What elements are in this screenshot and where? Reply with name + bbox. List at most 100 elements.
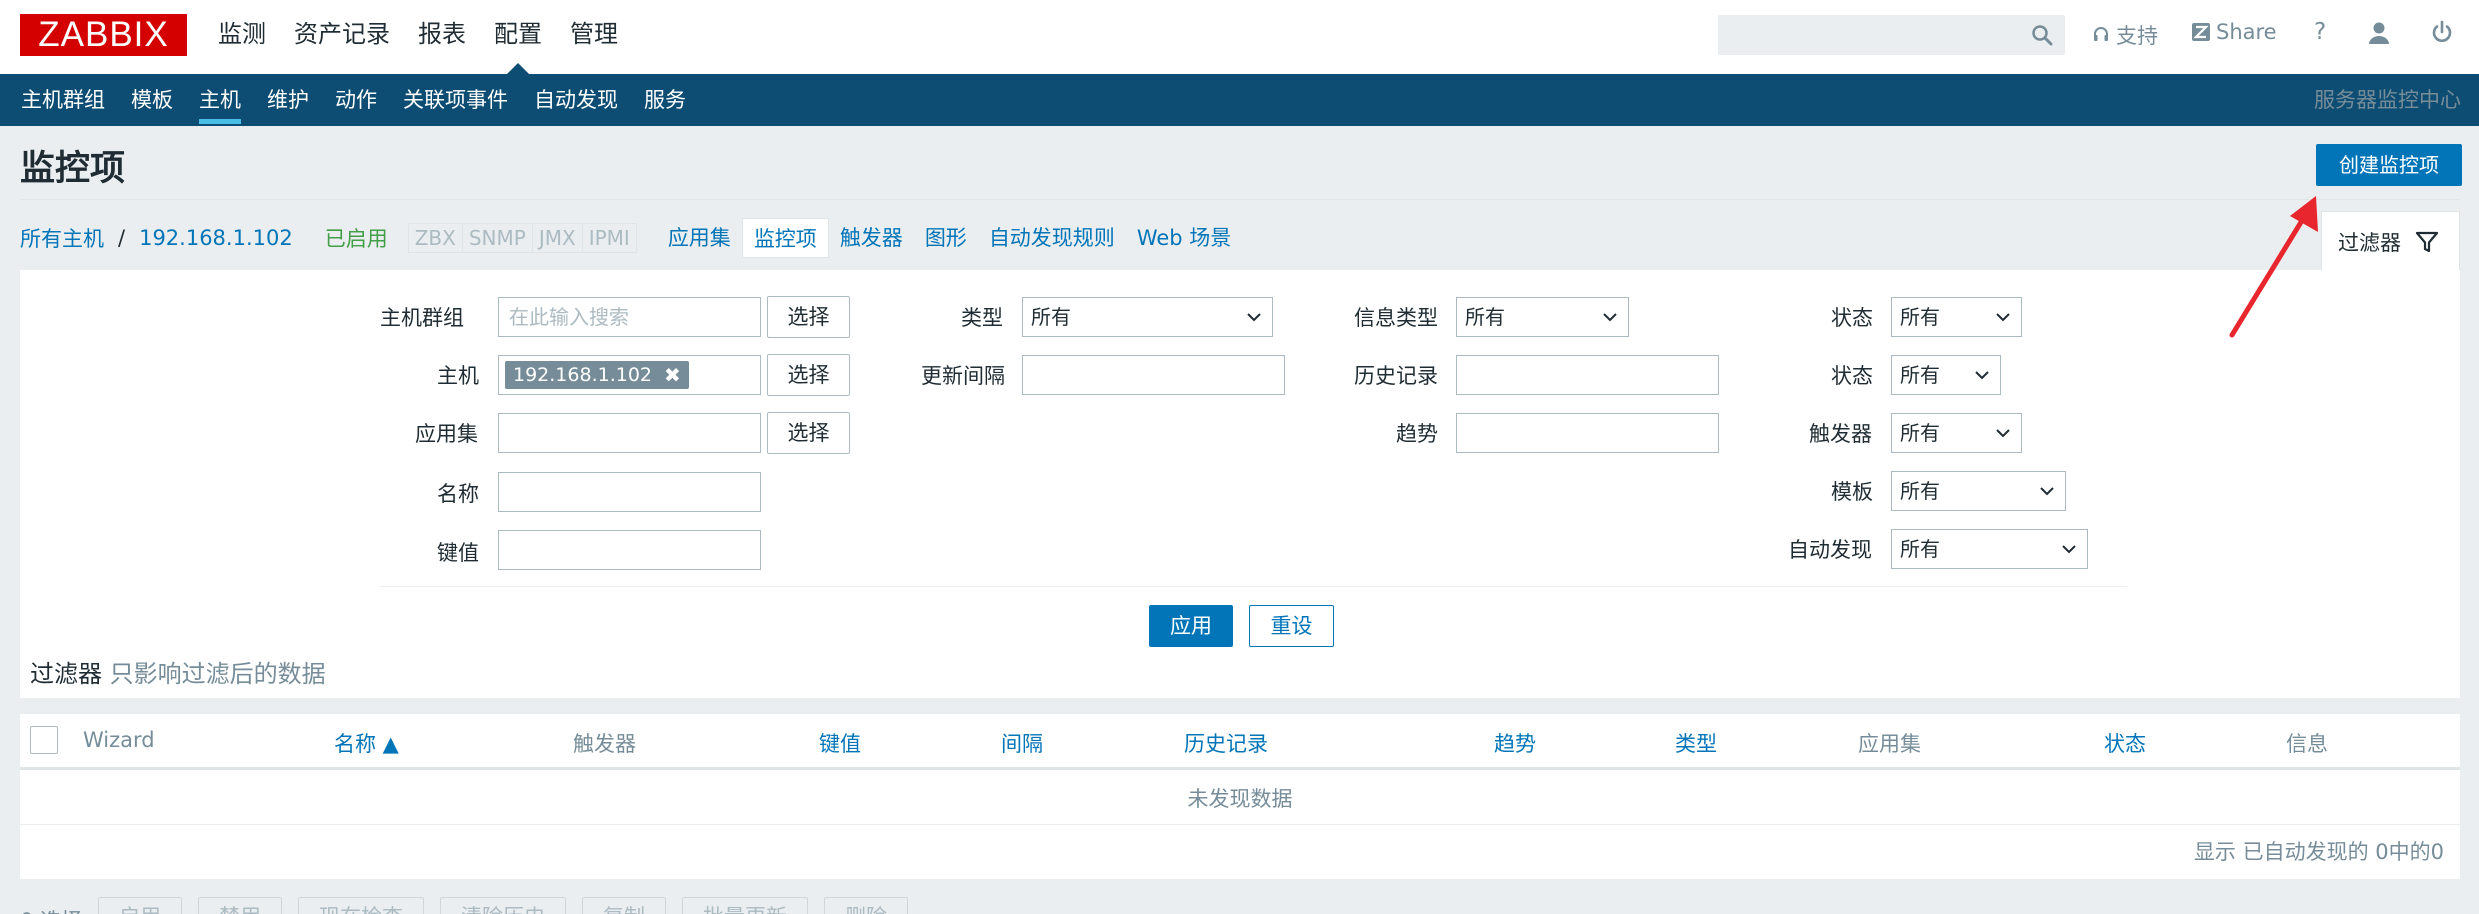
menu-item-reports[interactable]: 报表 bbox=[404, 0, 480, 74]
chevron-down-icon bbox=[1603, 313, 1617, 322]
column-wizard: Wizard bbox=[83, 728, 155, 752]
column-trends-sort[interactable]: 趋势 bbox=[1494, 728, 1536, 758]
chevron-down-icon bbox=[2062, 545, 2076, 554]
search-icon[interactable] bbox=[2031, 24, 2053, 46]
subnav-item-hosts[interactable]: 主机 bbox=[186, 74, 254, 126]
status-select-value: 所有 bbox=[1900, 363, 1940, 387]
host-label: 主机 bbox=[437, 364, 479, 388]
key-label: 键值 bbox=[437, 541, 479, 565]
user-profile-icon[interactable] bbox=[2368, 21, 2390, 45]
status-select[interactable]: 所有 bbox=[1891, 355, 2001, 395]
history-input[interactable] bbox=[1456, 355, 1719, 395]
share-link[interactable]: Share bbox=[2192, 20, 2277, 44]
delete-button[interactable]: 删除 bbox=[824, 897, 909, 914]
subnav-item-actions[interactable]: 动作 bbox=[322, 74, 390, 126]
availability-tag-jmx: JMX bbox=[533, 224, 583, 252]
host-chip: 192.168.1.102 ✖ bbox=[505, 361, 689, 389]
column-history-sort[interactable]: 历史记录 bbox=[1184, 728, 1268, 758]
template-select-value: 所有 bbox=[1900, 479, 1940, 503]
select-all-checkbox[interactable] bbox=[30, 726, 58, 754]
info-type-select-value: 所有 bbox=[1465, 305, 1505, 329]
reset-filter-button[interactable]: 重设 bbox=[1249, 605, 1334, 647]
triggers-select[interactable]: 所有 bbox=[1891, 413, 2022, 453]
breadcrumb-all-hosts[interactable]: 所有主机 bbox=[20, 223, 104, 253]
column-status-sort[interactable]: 状态 bbox=[2104, 728, 2146, 758]
type-select[interactable]: 所有 bbox=[1022, 297, 1273, 337]
subnav-item-host-groups[interactable]: 主机群组 bbox=[8, 74, 118, 126]
host-input[interactable]: 192.168.1.102 ✖ bbox=[498, 355, 761, 395]
template-label: 模板 bbox=[1831, 480, 1873, 504]
availability-tag-ipmi: IPMI bbox=[588, 226, 630, 250]
host-group-select-button[interactable]: 选择 bbox=[767, 296, 850, 338]
menu-item-administration[interactable]: 管理 bbox=[556, 0, 632, 74]
info-type-select[interactable]: 所有 bbox=[1456, 297, 1629, 337]
template-select[interactable]: 所有 bbox=[1891, 471, 2066, 511]
mass-update-button[interactable]: 批量更新 bbox=[682, 897, 809, 914]
name-input[interactable] bbox=[498, 472, 761, 512]
column-name-sort[interactable]: 名称 ▲ bbox=[334, 728, 399, 758]
apply-filter-button[interactable]: 应用 bbox=[1149, 605, 1233, 647]
share-z-icon bbox=[2192, 23, 2210, 41]
tab-items[interactable]: 监控项 bbox=[741, 218, 829, 258]
host-status-enabled[interactable]: 已启用 bbox=[325, 223, 388, 253]
subnav-item-discovery[interactable]: 自动发现 bbox=[521, 74, 631, 126]
create-item-button[interactable]: 创建监控项 bbox=[2316, 144, 2462, 186]
server-name: 服务器监控中心 bbox=[2314, 88, 2461, 112]
application-input[interactable] bbox=[498, 413, 761, 453]
chevron-down-icon bbox=[1247, 313, 1261, 322]
application-select-button[interactable]: 选择 bbox=[767, 412, 850, 454]
trends-input[interactable] bbox=[1456, 413, 1719, 453]
subnav-item-services[interactable]: 服务 bbox=[631, 74, 699, 126]
support-link[interactable]: 支持 bbox=[2092, 20, 2158, 50]
paging-summary: 显示 已自动发现的 0中的0 bbox=[2193, 840, 2444, 864]
items-table: Wizard 名称 ▲ 触发器 键值 间隔 历史记录 趋势 类型 应用集 状态 … bbox=[20, 714, 2460, 879]
column-triggers: 触发器 bbox=[573, 732, 636, 756]
tab-triggers[interactable]: 触发器 bbox=[829, 218, 914, 258]
trends-label: 趋势 bbox=[1396, 422, 1438, 446]
disable-button[interactable]: 禁用 bbox=[198, 897, 283, 914]
type-label: 类型 bbox=[961, 306, 1003, 330]
enable-button[interactable]: 启用 bbox=[98, 897, 183, 914]
update-interval-input[interactable] bbox=[1022, 355, 1285, 395]
help-icon[interactable]: ? bbox=[2314, 19, 2326, 45]
subnav-item-event-correlation[interactable]: 关联项事件 bbox=[390, 74, 521, 126]
filter-note: 过滤器 只影响过滤后的数据 bbox=[30, 654, 326, 689]
subnav-item-templates[interactable]: 模板 bbox=[118, 74, 186, 126]
column-interval-sort[interactable]: 间隔 bbox=[1001, 728, 1043, 758]
menu-item-configuration[interactable]: 配置 bbox=[480, 0, 556, 75]
key-input[interactable] bbox=[498, 530, 761, 570]
search-input[interactable] bbox=[1718, 15, 2065, 55]
discovery-select-value: 所有 bbox=[1900, 537, 1940, 561]
check-now-button[interactable]: 现在检查 bbox=[298, 897, 425, 914]
sign-out-power-icon[interactable] bbox=[2430, 20, 2454, 44]
host-navigation: 所有主机 / 192.168.1.102 已启用 ZBX SNMP JMX IP… bbox=[20, 218, 1242, 258]
column-type-sort[interactable]: 类型 bbox=[1675, 728, 1717, 758]
tab-web-scenarios[interactable]: Web 场景 bbox=[1126, 218, 1242, 258]
host-group-input[interactable]: 在此输入搜索 bbox=[498, 297, 761, 337]
discovery-select[interactable]: 所有 bbox=[1891, 529, 2088, 569]
menu-item-inventory[interactable]: 资产记录 bbox=[280, 0, 404, 74]
tab-graphs[interactable]: 图形 bbox=[914, 218, 978, 258]
no-data-message: 未发现数据 bbox=[20, 773, 2460, 825]
filter-toggle-tab[interactable]: 过滤器 bbox=[2321, 211, 2460, 271]
host-select-button[interactable]: 选择 bbox=[767, 354, 850, 396]
column-key-sort[interactable]: 键值 bbox=[819, 728, 861, 758]
selected-count: 0 选择 bbox=[20, 897, 82, 914]
state-label: 状态 bbox=[1831, 306, 1873, 330]
chevron-down-icon bbox=[1975, 371, 1989, 380]
state-select[interactable]: 所有 bbox=[1891, 297, 2022, 337]
clear-history-button[interactable]: 清除历史 bbox=[440, 897, 567, 914]
subnav-item-maintenance[interactable]: 维护 bbox=[254, 74, 322, 126]
breadcrumb-host[interactable]: 192.168.1.102 bbox=[139, 226, 293, 250]
funnel-icon bbox=[2415, 231, 2439, 252]
page-title: 监控项 bbox=[20, 149, 126, 189]
annotation-arrow-icon bbox=[2229, 196, 2318, 338]
filter-note-sub: 只影响过滤后的数据 bbox=[109, 660, 326, 688]
share-label: Share bbox=[2216, 20, 2277, 44]
remove-chip-icon[interactable]: ✖ bbox=[664, 361, 681, 389]
zabbix-logo[interactable]: ZABBIX bbox=[20, 14, 187, 56]
tab-applications[interactable]: 应用集 bbox=[657, 218, 742, 258]
tab-discovery-rules[interactable]: 自动发现规则 bbox=[978, 218, 1126, 258]
menu-item-monitoring[interactable]: 监测 bbox=[204, 0, 280, 74]
copy-button[interactable]: 复制 bbox=[582, 897, 667, 914]
